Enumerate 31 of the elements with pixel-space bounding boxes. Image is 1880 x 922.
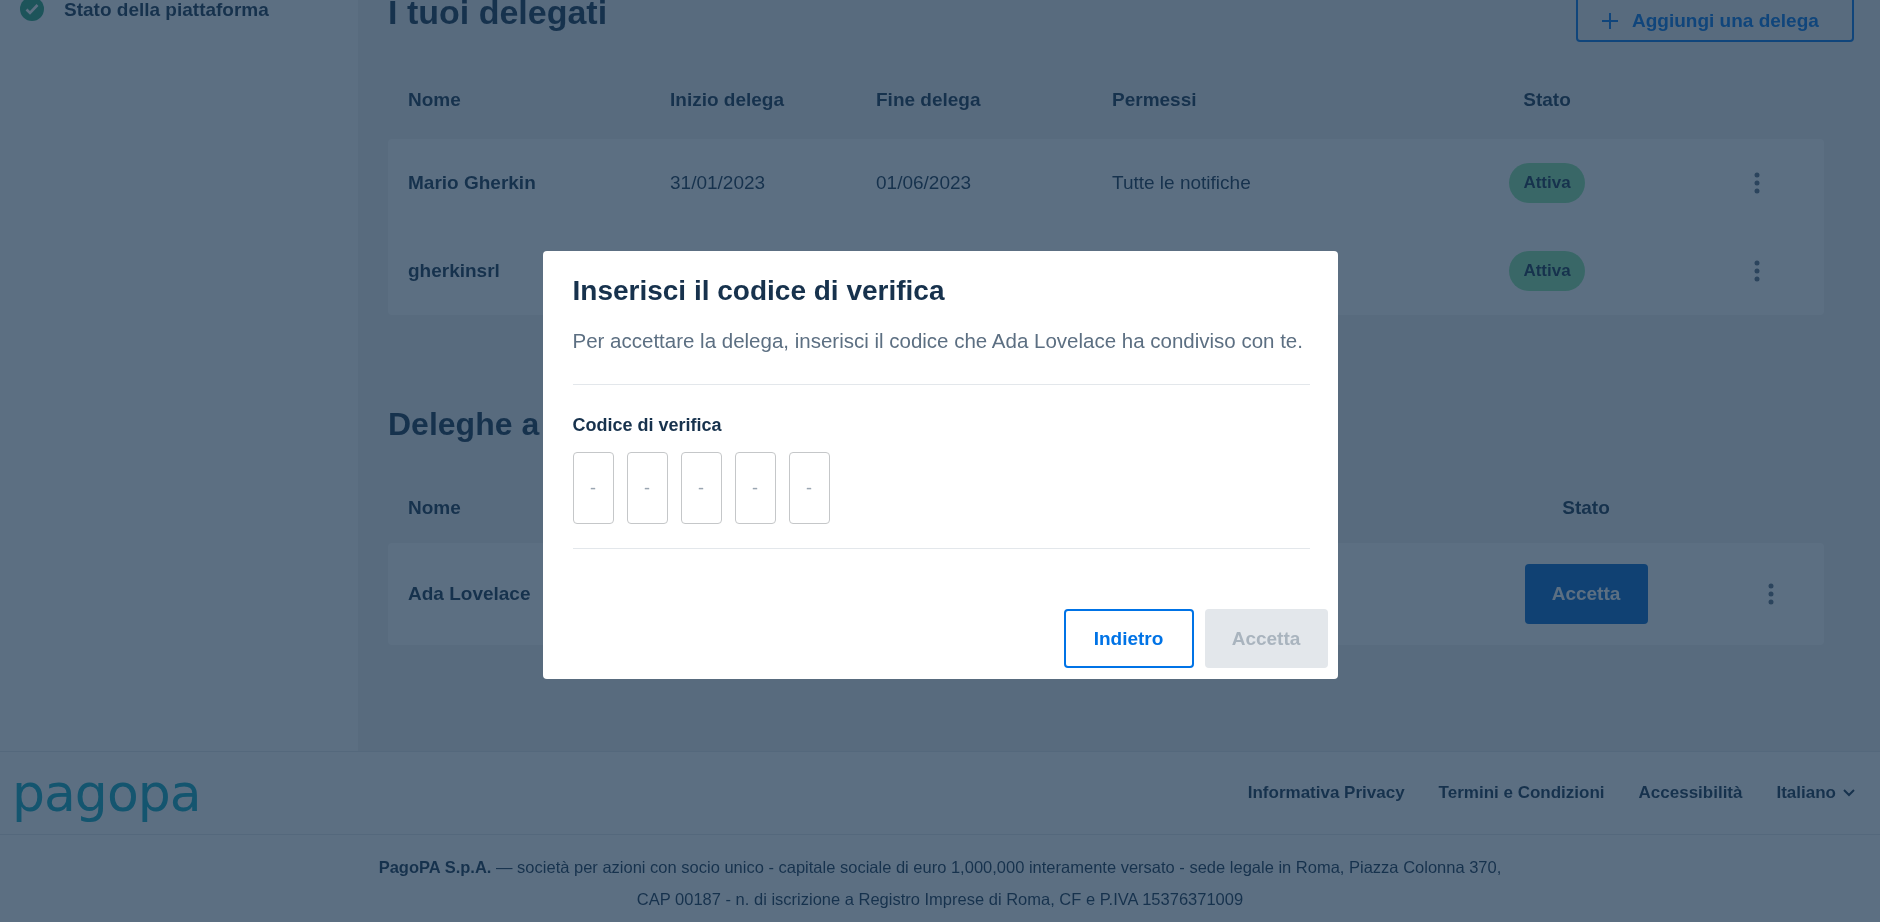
code-digit-field[interactable]: -: [680, 452, 722, 524]
sidebar-item[interactable]: Stato della piattaforma: [0, 0, 358, 28]
table-cell: gherkinsrl: [408, 260, 500, 282]
back-button[interactable]: Indietro: [1063, 609, 1194, 668]
column-header: Stato: [1561, 497, 1611, 519]
column-header: Nome: [408, 497, 462, 519]
column-header: Fine delega: [876, 89, 982, 111]
section-title: I tuoi delegati: [388, 0, 608, 33]
dialog-title: Inserisci il codice di verifica: [572, 275, 946, 307]
column-header: Stato: [1522, 89, 1572, 111]
table-cell: Ada Lovelace: [408, 583, 531, 605]
table-cell: 01/06/2023: [876, 172, 972, 194]
field-label: Codice di verifica: [572, 415, 723, 436]
section-title: Deleghe a: [388, 405, 540, 444]
code-digit-field[interactable]: -: [788, 452, 830, 524]
logo: pagopa: [12, 763, 201, 823]
column-header: Inizio delega: [670, 89, 786, 111]
footer-link[interactable]: Informativa Privacy: [1247, 783, 1405, 803]
legal-text: PagoPA S.p.A. — società per azioni con socio unico - capitale sociale di euro 1,000,000 interamente versato - sede legale in Roma, Piazza Colonna 370, CAP 00187 - n. di iscrizione a Registro Imprese di Roma, CF e P.IVA 15376371009: [377, 857, 1503, 910]
table-cell: 31/01/2023: [670, 172, 766, 194]
column-header: Nome: [408, 89, 462, 111]
code-digit-field[interactable]: -: [626, 452, 668, 524]
dialog-description: Per accettare la delega, inserisci il codice che Ada Lovelace ha condiviso con te.: [572, 328, 1304, 354]
code-digit-field[interactable]: -: [734, 452, 776, 524]
code-digit-field[interactable]: -: [572, 452, 614, 524]
language-selector[interactable]: Italiano: [1776, 783, 1856, 803]
column-header: Permessi: [1112, 89, 1198, 111]
footer-link[interactable]: Accessibilità: [1638, 783, 1743, 803]
table-cell: Mario Gherkin: [408, 172, 536, 194]
footer-link[interactable]: Termini e Condizioni: [1438, 783, 1605, 803]
table-cell: Tutte le notifiche: [1112, 172, 1251, 194]
